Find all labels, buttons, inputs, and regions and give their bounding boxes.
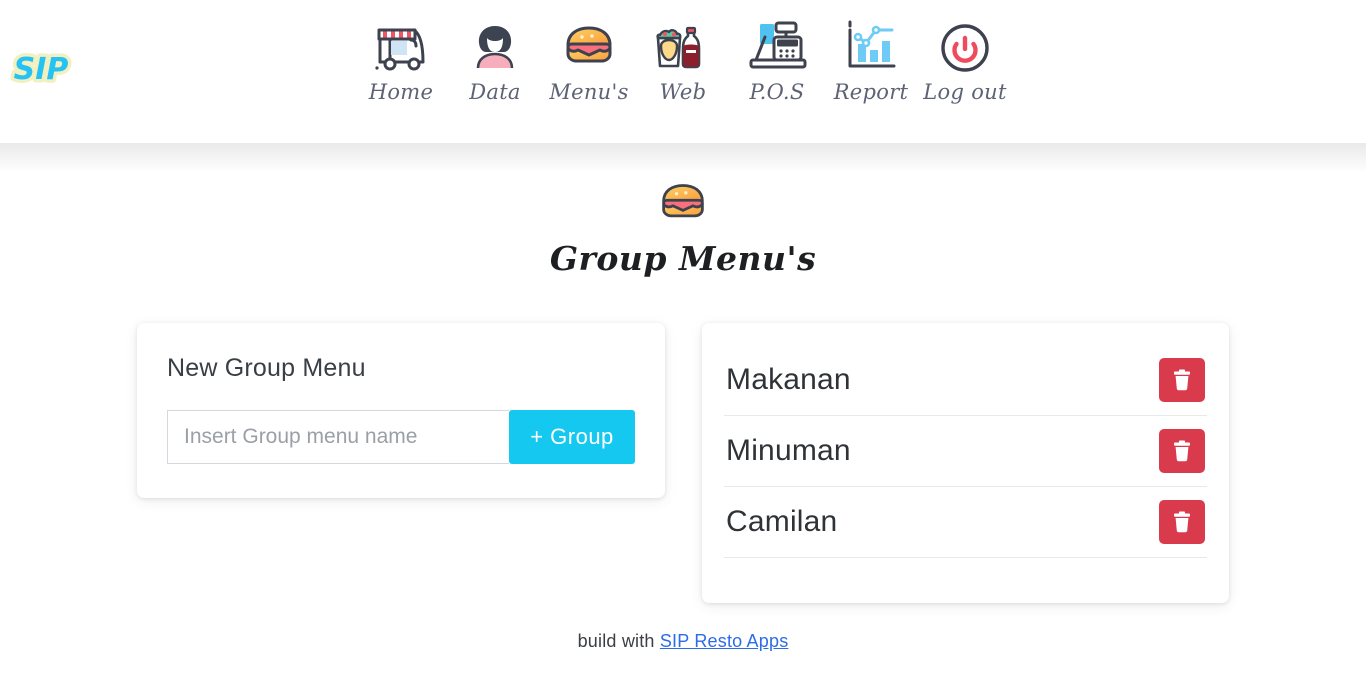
drink-and-food-icon [652, 12, 714, 74]
cash-register-icon [743, 12, 811, 74]
nav-label-web: Web [659, 80, 707, 104]
bar-chart-icon [840, 12, 902, 74]
page-footer: build with SIP Resto Apps [0, 631, 1366, 652]
main-content: New Group Menu + Group Makanan Minuman [0, 323, 1366, 604]
footer-text: build with [577, 631, 655, 651]
group-name-label: Minuman [726, 434, 851, 468]
nav-label-data: Data [469, 80, 521, 104]
new-group-title: New Group Menu [167, 354, 366, 383]
nav-item-data[interactable]: Data [448, 12, 542, 108]
page-header: Group Menu's [0, 179, 1366, 300]
new-group-card: New Group Menu + Group [137, 323, 665, 499]
main-navigation: Home Data Menu's Web P.O.S Report Log ou… [0, 12, 1366, 108]
footer-link[interactable]: SIP Resto Apps [660, 631, 789, 651]
food-truck-icon [370, 12, 432, 74]
delete-group-button[interactable] [1159, 358, 1205, 403]
nav-label-pos: P.O.S [749, 80, 805, 104]
group-list-card: Makanan Minuman Camilan [702, 323, 1229, 604]
burger-icon [654, 179, 712, 232]
person-avatar-icon [464, 12, 526, 74]
table-row: Camilan [724, 487, 1207, 559]
nav-item-report[interactable]: Report [824, 12, 918, 108]
site-header: SIP SIP Home Data Menu's Web P.O.S Repor… [0, 0, 1366, 173]
nav-label-menus: Menu's [549, 80, 629, 104]
trash-icon [1172, 511, 1192, 533]
group-name-label: Makanan [726, 363, 851, 397]
burger-icon [558, 12, 620, 74]
table-row: Minuman [724, 416, 1207, 488]
delete-group-button[interactable] [1159, 429, 1205, 474]
nav-item-pos[interactable]: P.O.S [730, 12, 824, 108]
trash-icon [1172, 369, 1192, 391]
add-group-button[interactable]: + Group [509, 410, 635, 465]
nav-item-menus[interactable]: Menu's [542, 12, 636, 108]
nav-item-logout[interactable]: Log out [918, 12, 1012, 108]
nav-label-home: Home [368, 80, 434, 104]
group-name-label: Camilan [726, 505, 838, 539]
nav-item-web[interactable]: Web [636, 12, 730, 108]
trash-icon [1172, 440, 1192, 462]
power-icon [934, 12, 996, 74]
page-title: Group Menu's [549, 239, 817, 278]
nav-label-logout: Log out [923, 80, 1007, 104]
group-name-input[interactable] [167, 410, 509, 465]
delete-group-button[interactable] [1159, 500, 1205, 545]
table-row: Makanan [724, 345, 1207, 417]
nav-item-home[interactable]: Home [354, 12, 448, 108]
new-group-form: + Group [167, 410, 635, 465]
nav-label-report: Report [833, 80, 909, 104]
